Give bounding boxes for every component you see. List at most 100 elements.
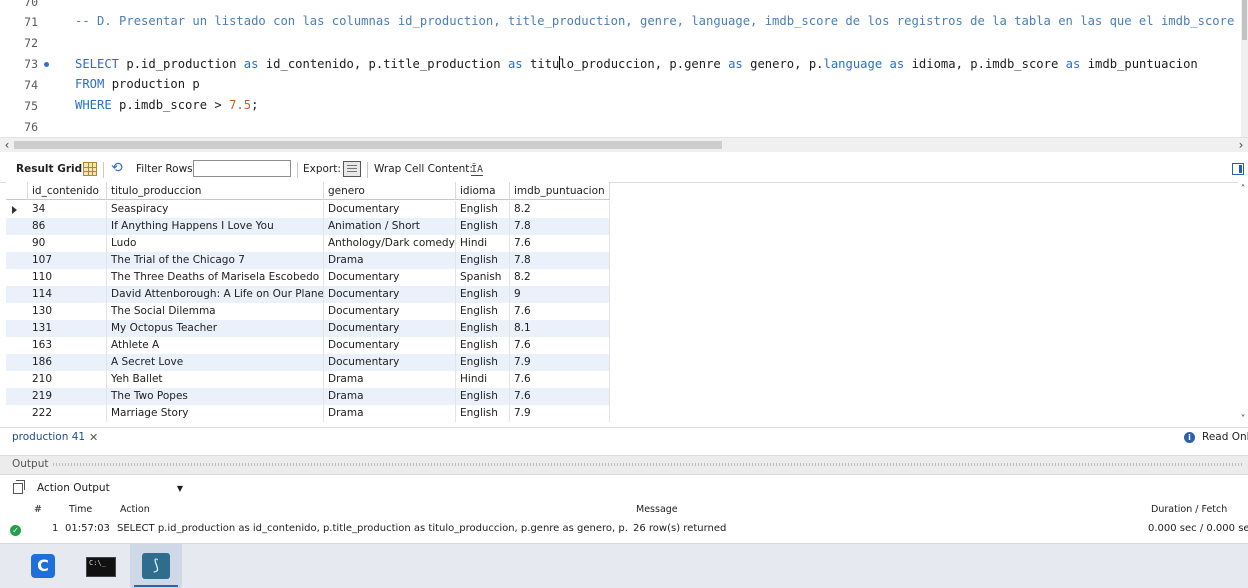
grid-cell[interactable]: 7.6 xyxy=(510,371,610,388)
grid-cell[interactable]: 9 xyxy=(510,286,610,303)
result-grid-button[interactable]: Result Grid xyxy=(16,163,82,175)
grid-cell[interactable]: 163 xyxy=(28,337,107,354)
table-row[interactable]: 130 The Social Dilemma Documentary English 7… xyxy=(6,303,610,320)
row-selector[interactable] xyxy=(6,201,28,218)
grid-cell[interactable]: English xyxy=(456,320,510,337)
grid-cell[interactable]: 7.8 xyxy=(510,218,610,235)
grid-cell[interactable]: 90 xyxy=(28,235,107,252)
table-row[interactable]: 222 Marriage Story Drama English 7.9 xyxy=(6,405,610,422)
grid-cell[interactable]: 7.6 xyxy=(510,235,610,252)
table-row[interactable]: 34 Seaspiracy Documentary English 8.2 xyxy=(6,201,610,218)
row-selector[interactable] xyxy=(6,354,28,371)
grid-cell[interactable]: My Octopus Teacher xyxy=(107,320,324,337)
filter-rows-input[interactable] xyxy=(193,160,291,177)
grid-cell[interactable]: English xyxy=(456,201,510,218)
column-header[interactable]: genero xyxy=(324,182,456,200)
output-row-action[interactable]: SELECT p.id_production as id_contenido, … xyxy=(117,523,627,534)
table-row[interactable]: 114 David Attenborough: A Life on Our Pla… xyxy=(6,286,610,303)
table-row[interactable]: 163 Athlete A Documentary English 7.6 xyxy=(6,337,610,354)
grid-cell[interactable]: 7.6 xyxy=(510,388,610,405)
grid-cell[interactable]: If Anything Happens I Love You xyxy=(107,218,324,235)
scroll-right-icon[interactable]: › xyxy=(1234,138,1248,152)
grid-cell[interactable]: 7.9 xyxy=(510,405,610,422)
grid-cell[interactable]: The Social Dilemma xyxy=(107,303,324,320)
grid-cell[interactable]: Athlete A xyxy=(107,337,324,354)
row-selector[interactable] xyxy=(6,371,28,388)
editor-horizontal-scrollbar[interactable]: ‹ › xyxy=(0,137,1248,152)
grid-cell[interactable]: Documentary xyxy=(324,286,456,303)
grid-cell[interactable]: English xyxy=(456,337,510,354)
grid-cell[interactable]: Documentary xyxy=(324,337,456,354)
grid-view-icon[interactable] xyxy=(83,162,97,176)
grid-cell[interactable]: Drama xyxy=(324,371,456,388)
grid-cell[interactable]: English xyxy=(456,388,510,405)
scrollbar-thumb[interactable] xyxy=(1242,0,1247,40)
grid-cell[interactable]: Drama xyxy=(324,405,456,422)
grid-cell[interactable]: Documentary xyxy=(324,303,456,320)
row-selector[interactable] xyxy=(6,269,28,286)
copy-icon[interactable] xyxy=(13,480,25,494)
wrap-cell-icon[interactable]: ĪA xyxy=(471,165,484,176)
grid-cell[interactable]: 7.8 xyxy=(510,252,610,269)
grid-cell[interactable]: Yeh Ballet xyxy=(107,371,324,388)
grid-cell[interactable]: Seaspiracy xyxy=(107,201,324,218)
grid-cell[interactable]: David Attenborough: A Life on Our Planet xyxy=(107,286,324,303)
cortana-taskbar-icon[interactable] xyxy=(31,554,55,578)
grid-cell[interactable]: English xyxy=(456,286,510,303)
grid-cell[interactable]: Anthology/Dark comedy xyxy=(324,235,456,252)
output-type-select[interactable]: Action Output ▼ xyxy=(33,480,187,497)
table-row[interactable]: 210 Yeh Ballet Drama Hindi 7.6 xyxy=(6,371,610,388)
grid-cell[interactable]: 186 xyxy=(28,354,107,371)
table-row[interactable]: 90 Ludo Anthology/Dark comedy Hindi 7.6 xyxy=(6,235,610,252)
grid-cell[interactable]: The Trial of the Chicago 7 xyxy=(107,252,324,269)
grid-cell[interactable]: 7.6 xyxy=(510,303,610,320)
row-selector[interactable] xyxy=(6,405,28,422)
row-selector[interactable] xyxy=(6,337,28,354)
grid-cell[interactable]: 114 xyxy=(28,286,107,303)
grid-cell[interactable]: 8.2 xyxy=(510,201,610,218)
scroll-left-icon[interactable]: ‹ xyxy=(0,138,14,152)
grid-cell[interactable]: Documentary xyxy=(324,269,456,286)
table-row[interactable]: 186 A Secret Love Documentary English 7.9 xyxy=(6,354,610,371)
grid-cell[interactable]: Hindi xyxy=(456,371,510,388)
close-tab-icon[interactable]: ✕ xyxy=(89,431,98,444)
grid-cell[interactable]: 86 xyxy=(28,218,107,235)
grid-cell[interactable]: Documentary xyxy=(324,320,456,337)
table-row[interactable]: 219 The Two Popes Drama English 7.6 xyxy=(6,388,610,405)
row-selector[interactable] xyxy=(6,388,28,405)
table-row[interactable]: 110 The Three Deaths of Marisela Escobedo… xyxy=(6,269,610,286)
table-row[interactable]: 131 My Octopus Teacher Documentary English 8… xyxy=(6,320,610,337)
column-header[interactable]: idioma xyxy=(456,182,510,200)
scroll-up-icon[interactable]: ˄ xyxy=(1238,184,1248,195)
grid-cell[interactable]: The Two Popes xyxy=(107,388,324,405)
output-panel-header[interactable]: Output xyxy=(0,455,1248,475)
grid-cell[interactable]: Documentary xyxy=(324,201,456,218)
panel-resize-grip[interactable] xyxy=(50,463,1244,466)
grid-cell[interactable]: English xyxy=(456,252,510,269)
row-selector[interactable] xyxy=(6,303,28,320)
editor-vertical-scrollbar[interactable] xyxy=(1241,0,1248,137)
grid-cell[interactable]: Marriage Story xyxy=(107,405,324,422)
scrollbar-thumb[interactable] xyxy=(14,141,722,149)
grid-cell[interactable]: 8.1 xyxy=(510,320,610,337)
grid-cell[interactable]: 7.6 xyxy=(510,337,610,354)
scroll-down-icon[interactable]: ˅ xyxy=(1238,414,1248,425)
table-row[interactable]: 86 If Anything Happens I Love You Animatio… xyxy=(6,218,610,235)
row-selector[interactable] xyxy=(6,286,28,303)
refresh-icon[interactable]: ⟲ xyxy=(111,160,123,176)
grid-cell[interactable]: Hindi xyxy=(456,235,510,252)
export-icon[interactable] xyxy=(343,161,361,177)
table-row[interactable]: 107 The Trial of the Chicago 7 Drama Englis… xyxy=(6,252,610,269)
sidebar-toggle-icon[interactable] xyxy=(1232,163,1244,175)
grid-cell[interactable]: Drama xyxy=(324,388,456,405)
grid-cell[interactable]: 7.9 xyxy=(510,354,610,371)
grid-cell[interactable]: 131 xyxy=(28,320,107,337)
grid-cell[interactable]: 8.2 xyxy=(510,269,610,286)
row-selector[interactable] xyxy=(6,218,28,235)
grid-cell[interactable]: Drama xyxy=(324,252,456,269)
grid-cell[interactable]: English xyxy=(456,303,510,320)
column-header[interactable]: imdb_puntuacion xyxy=(510,182,610,200)
column-header[interactable]: titulo_produccion xyxy=(107,182,324,200)
grid-cell[interactable]: Ludo xyxy=(107,235,324,252)
row-selector[interactable] xyxy=(6,235,28,252)
